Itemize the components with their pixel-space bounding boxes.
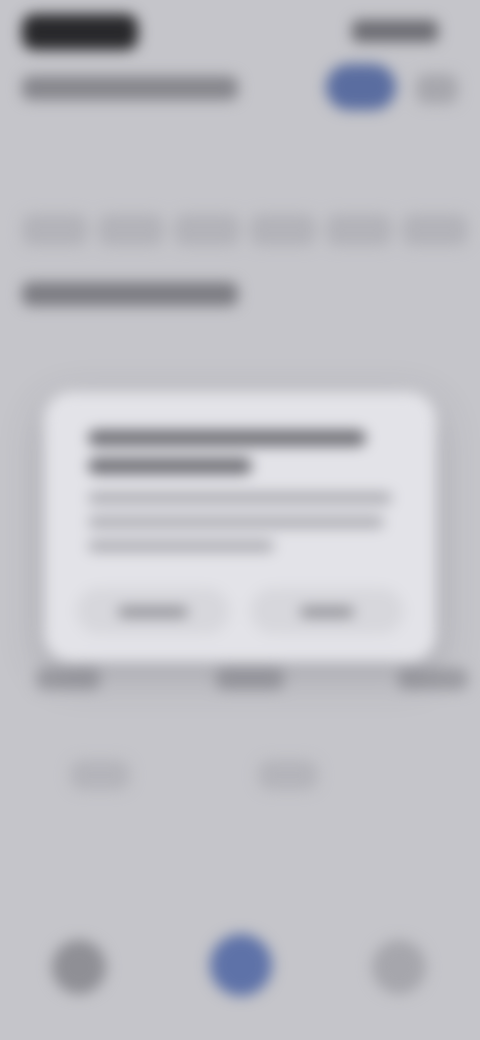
header-action-pill[interactable] (326, 64, 396, 110)
nav-profile-icon[interactable] (372, 940, 426, 994)
alert-dialog (44, 392, 436, 662)
date-strip (22, 214, 468, 250)
dialog-title (88, 430, 366, 446)
section-title (22, 282, 238, 306)
list-item (36, 668, 100, 690)
date-chip[interactable] (326, 214, 392, 246)
date-chip[interactable] (22, 214, 88, 246)
dialog-message (88, 540, 274, 552)
status-time (22, 14, 138, 50)
date-chip[interactable] (402, 214, 468, 246)
dialog-message (88, 492, 392, 504)
dialog-title (88, 458, 252, 474)
nav-home-icon[interactable] (52, 940, 106, 994)
list-item (398, 668, 468, 690)
date-chip[interactable] (250, 214, 316, 246)
list-item (216, 668, 284, 690)
list-item (258, 760, 318, 790)
more-icon[interactable] (416, 74, 458, 104)
battery-icon (352, 20, 438, 42)
dialog-message (88, 516, 384, 528)
dialog-secondary-button[interactable] (76, 588, 230, 634)
blurred-content (0, 0, 480, 1040)
app-title (22, 76, 238, 100)
date-chip[interactable] (174, 214, 240, 246)
list-item (70, 760, 130, 790)
nav-center-button[interactable] (210, 934, 272, 996)
date-chip[interactable] (98, 214, 164, 246)
dialog-primary-button[interactable] (250, 588, 404, 634)
phone-screen (0, 0, 480, 1040)
bottom-nav (0, 916, 480, 1012)
